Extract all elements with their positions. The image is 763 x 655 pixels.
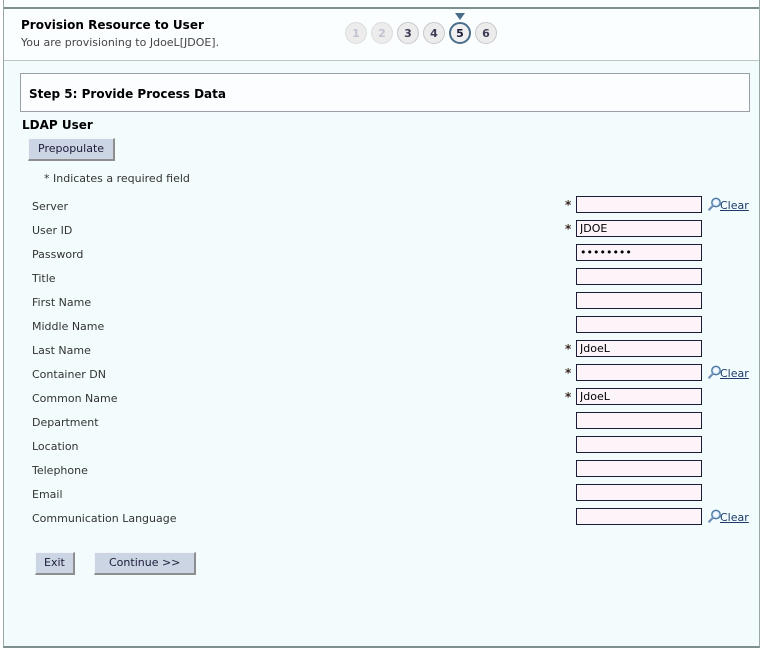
field-input[interactable] [576,364,702,381]
header-divider-rule [4,7,759,9]
form-row: Server * Clear [4,196,759,220]
form-row: Location [4,436,759,460]
step-circle-5[interactable]: 5 [449,13,471,44]
step-number-label: 2 [378,26,386,40]
field-label: Password [32,248,84,261]
field-label: Telephone [32,464,88,477]
field-input[interactable] [576,268,702,285]
field-input[interactable] [576,340,702,357]
form-row: User ID * [4,220,759,244]
step-number-label: 5 [456,26,464,40]
step-circle-3[interactable]: 3 [397,22,419,44]
field-input[interactable] [576,460,702,477]
field-label: Common Name [32,392,118,405]
page-title: Provision Resource to User [21,18,204,32]
form-row: Communication Language Clear [4,508,759,532]
form-row: Container DN * Clear [4,364,759,388]
form-row: Telephone [4,460,759,484]
field-input[interactable] [576,484,702,501]
form-row: Last Name * [4,340,759,364]
prepopulate-button[interactable]: Prepopulate [28,138,116,161]
process-data-form: Server * Clear User ID * Password Title First N… [4,196,759,532]
form-row: Title [4,268,759,292]
step-number-label: 1 [352,26,360,40]
field-label: Department [32,416,99,429]
required-asterisk: * [565,342,572,356]
field-input[interactable] [576,436,702,453]
continue-button[interactable]: Continue >> [94,552,197,575]
clear-link[interactable]: Clear [720,367,749,380]
field-label: Container DN [32,368,106,381]
provisioning-wizard-frame: Provision Resource to User You are provi… [3,0,760,648]
required-field-note: * Indicates a required field [44,172,190,185]
step-number-label: 4 [430,26,438,40]
form-row: Email [4,484,759,508]
step-circle-1[interactable]: 1 [345,22,367,44]
field-input[interactable] [576,220,702,237]
step-number-label: 6 [482,26,490,40]
clear-link[interactable]: Clear [720,199,749,212]
field-label: First Name [32,296,92,309]
page-subtitle: You are provisioning to JdoeL[JDOE]. [21,36,220,49]
page-header: Provision Resource to User You are provi… [4,0,759,61]
step-circle-6[interactable]: 6 [475,22,497,44]
step-circle-4[interactable]: 4 [423,22,445,44]
exit-button[interactable]: Exit [35,552,75,575]
field-input[interactable] [576,244,702,261]
form-row: Password [4,244,759,268]
form-row: First Name [4,292,759,316]
field-label: Server [32,200,69,213]
field-input[interactable] [576,292,702,309]
field-label: Location [32,440,79,453]
required-asterisk: * [565,390,572,404]
required-asterisk: * [565,366,572,380]
section-title: LDAP User [22,118,93,132]
current-step-marker-icon [455,13,465,20]
step-header-title: Step 5: Provide Process Data [29,87,226,101]
required-asterisk: * [565,198,572,212]
field-label: Last Name [32,344,91,357]
field-label: Email [32,488,63,501]
step-train: 1 2 3 4 5 6 [345,13,497,44]
field-label: User ID [32,224,73,237]
step-circle-2[interactable]: 2 [371,22,393,44]
field-input[interactable] [576,196,702,213]
field-label: Title [32,272,56,285]
field-label: Communication Language [32,512,177,525]
field-label: Middle Name [32,320,105,333]
field-input[interactable] [576,316,702,333]
required-asterisk: * [565,222,572,236]
step-number-label: 3 [404,26,412,40]
field-input[interactable] [576,412,702,429]
clear-link[interactable]: Clear [720,511,749,524]
field-input[interactable] [576,388,702,405]
form-row: Common Name * [4,388,759,412]
form-row: Department [4,412,759,436]
form-row: Middle Name [4,316,759,340]
step-header-box: Step 5: Provide Process Data [20,73,750,112]
field-input[interactable] [576,508,702,525]
